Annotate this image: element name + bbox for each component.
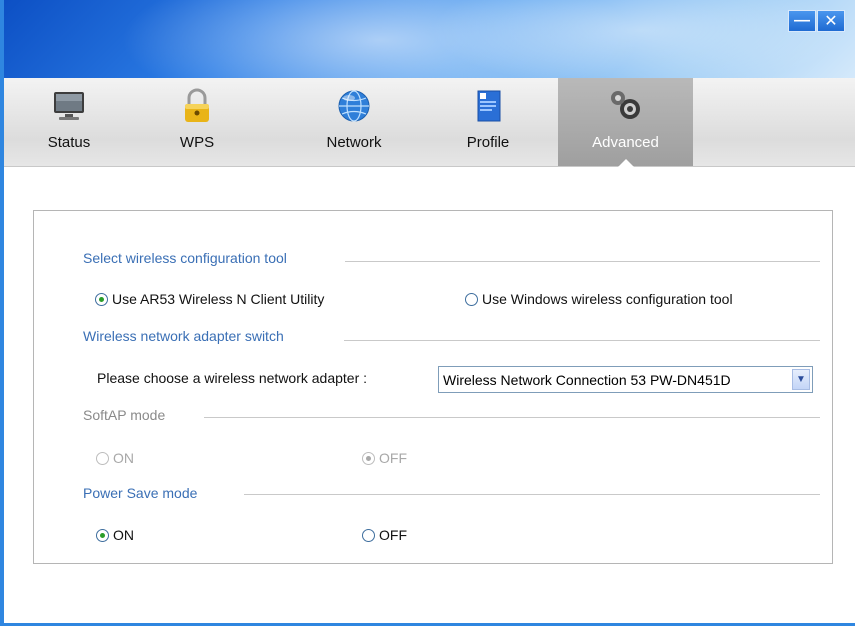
radio-power-save-on[interactable]: ON bbox=[96, 527, 134, 543]
tab-label: Advanced bbox=[592, 134, 659, 151]
radio-power-save-off[interactable]: OFF bbox=[362, 527, 407, 543]
section-divider bbox=[345, 261, 820, 262]
close-button[interactable]: ✕ bbox=[817, 10, 845, 32]
adapter-prompt-label: Please choose a wireless network adapter… bbox=[97, 370, 368, 386]
section-title-config-tool: Select wireless configuration tool bbox=[83, 250, 287, 266]
radio-use-windows-tool[interactable]: Use Windows wireless configuration tool bbox=[465, 291, 733, 307]
radio-button[interactable] bbox=[465, 292, 478, 306]
section-divider bbox=[204, 417, 820, 418]
adapter-select[interactable]: Wireless Network Connection 53 PW-DN451D… bbox=[438, 366, 813, 393]
radio-use-utility[interactable]: Use AR53 Wireless N Client Utility bbox=[95, 291, 324, 307]
tab-network[interactable]: Network bbox=[299, 78, 409, 166]
globe-icon bbox=[338, 90, 370, 122]
tab-wps[interactable]: WPS bbox=[142, 78, 252, 166]
gears-icon bbox=[610, 91, 640, 119]
title-bar-sheen-secondary bbox=[430, 0, 850, 78]
radio-button-disabled bbox=[96, 451, 109, 465]
minimize-icon: — bbox=[794, 12, 810, 29]
close-icon: ✕ bbox=[824, 13, 838, 30]
chevron-down-icon[interactable]: ▼ bbox=[792, 369, 810, 390]
padlock-icon bbox=[185, 88, 209, 122]
radio-button-checked[interactable] bbox=[96, 528, 109, 542]
section-title-power-save: Power Save mode bbox=[83, 485, 198, 501]
tab-profile[interactable]: Profile bbox=[433, 78, 543, 166]
radio-label: Use AR53 Wireless N Client Utility bbox=[112, 291, 325, 307]
radio-button-checked[interactable] bbox=[95, 292, 108, 306]
adapter-select-value: Wireless Network Connection 53 PW-DN451D bbox=[443, 371, 731, 388]
tab-label: Profile bbox=[466, 134, 510, 151]
radio-button[interactable] bbox=[362, 528, 375, 542]
radio-softap-off: OFF bbox=[362, 450, 407, 466]
tab-status[interactable]: Status bbox=[14, 78, 124, 166]
radio-label: ON bbox=[113, 527, 134, 543]
monitor-icon bbox=[54, 92, 84, 120]
radio-button-disabled-checked bbox=[362, 451, 375, 465]
title-bar[interactable]: — ✕ bbox=[0, 0, 855, 78]
minimize-button[interactable]: — bbox=[788, 10, 816, 32]
radio-label: ON bbox=[113, 450, 134, 466]
section-divider bbox=[244, 494, 820, 495]
section-title-adapter-switch: Wireless network adapter switch bbox=[83, 328, 284, 344]
radio-label: Use Windows wireless configuration tool bbox=[482, 291, 733, 307]
section-title-softap: SoftAP mode bbox=[83, 407, 166, 423]
tab-label: WPS bbox=[179, 134, 215, 151]
section-divider bbox=[344, 340, 820, 341]
tab-toolbar: Status WPS Network Profile Advanced bbox=[4, 78, 855, 167]
tab-advanced[interactable]: Advanced bbox=[558, 78, 693, 167]
tab-label: Status bbox=[47, 134, 91, 151]
active-tab-indicator bbox=[617, 159, 634, 167]
document-icon bbox=[477, 90, 501, 122]
window-left-border bbox=[0, 0, 4, 626]
radio-label: OFF bbox=[379, 450, 407, 466]
radio-softap-on: ON bbox=[96, 450, 134, 466]
tab-label: Network bbox=[326, 134, 382, 151]
app-window: — ✕ Status WPS Network Profile Advanced … bbox=[0, 0, 855, 626]
radio-label: OFF bbox=[379, 527, 407, 543]
